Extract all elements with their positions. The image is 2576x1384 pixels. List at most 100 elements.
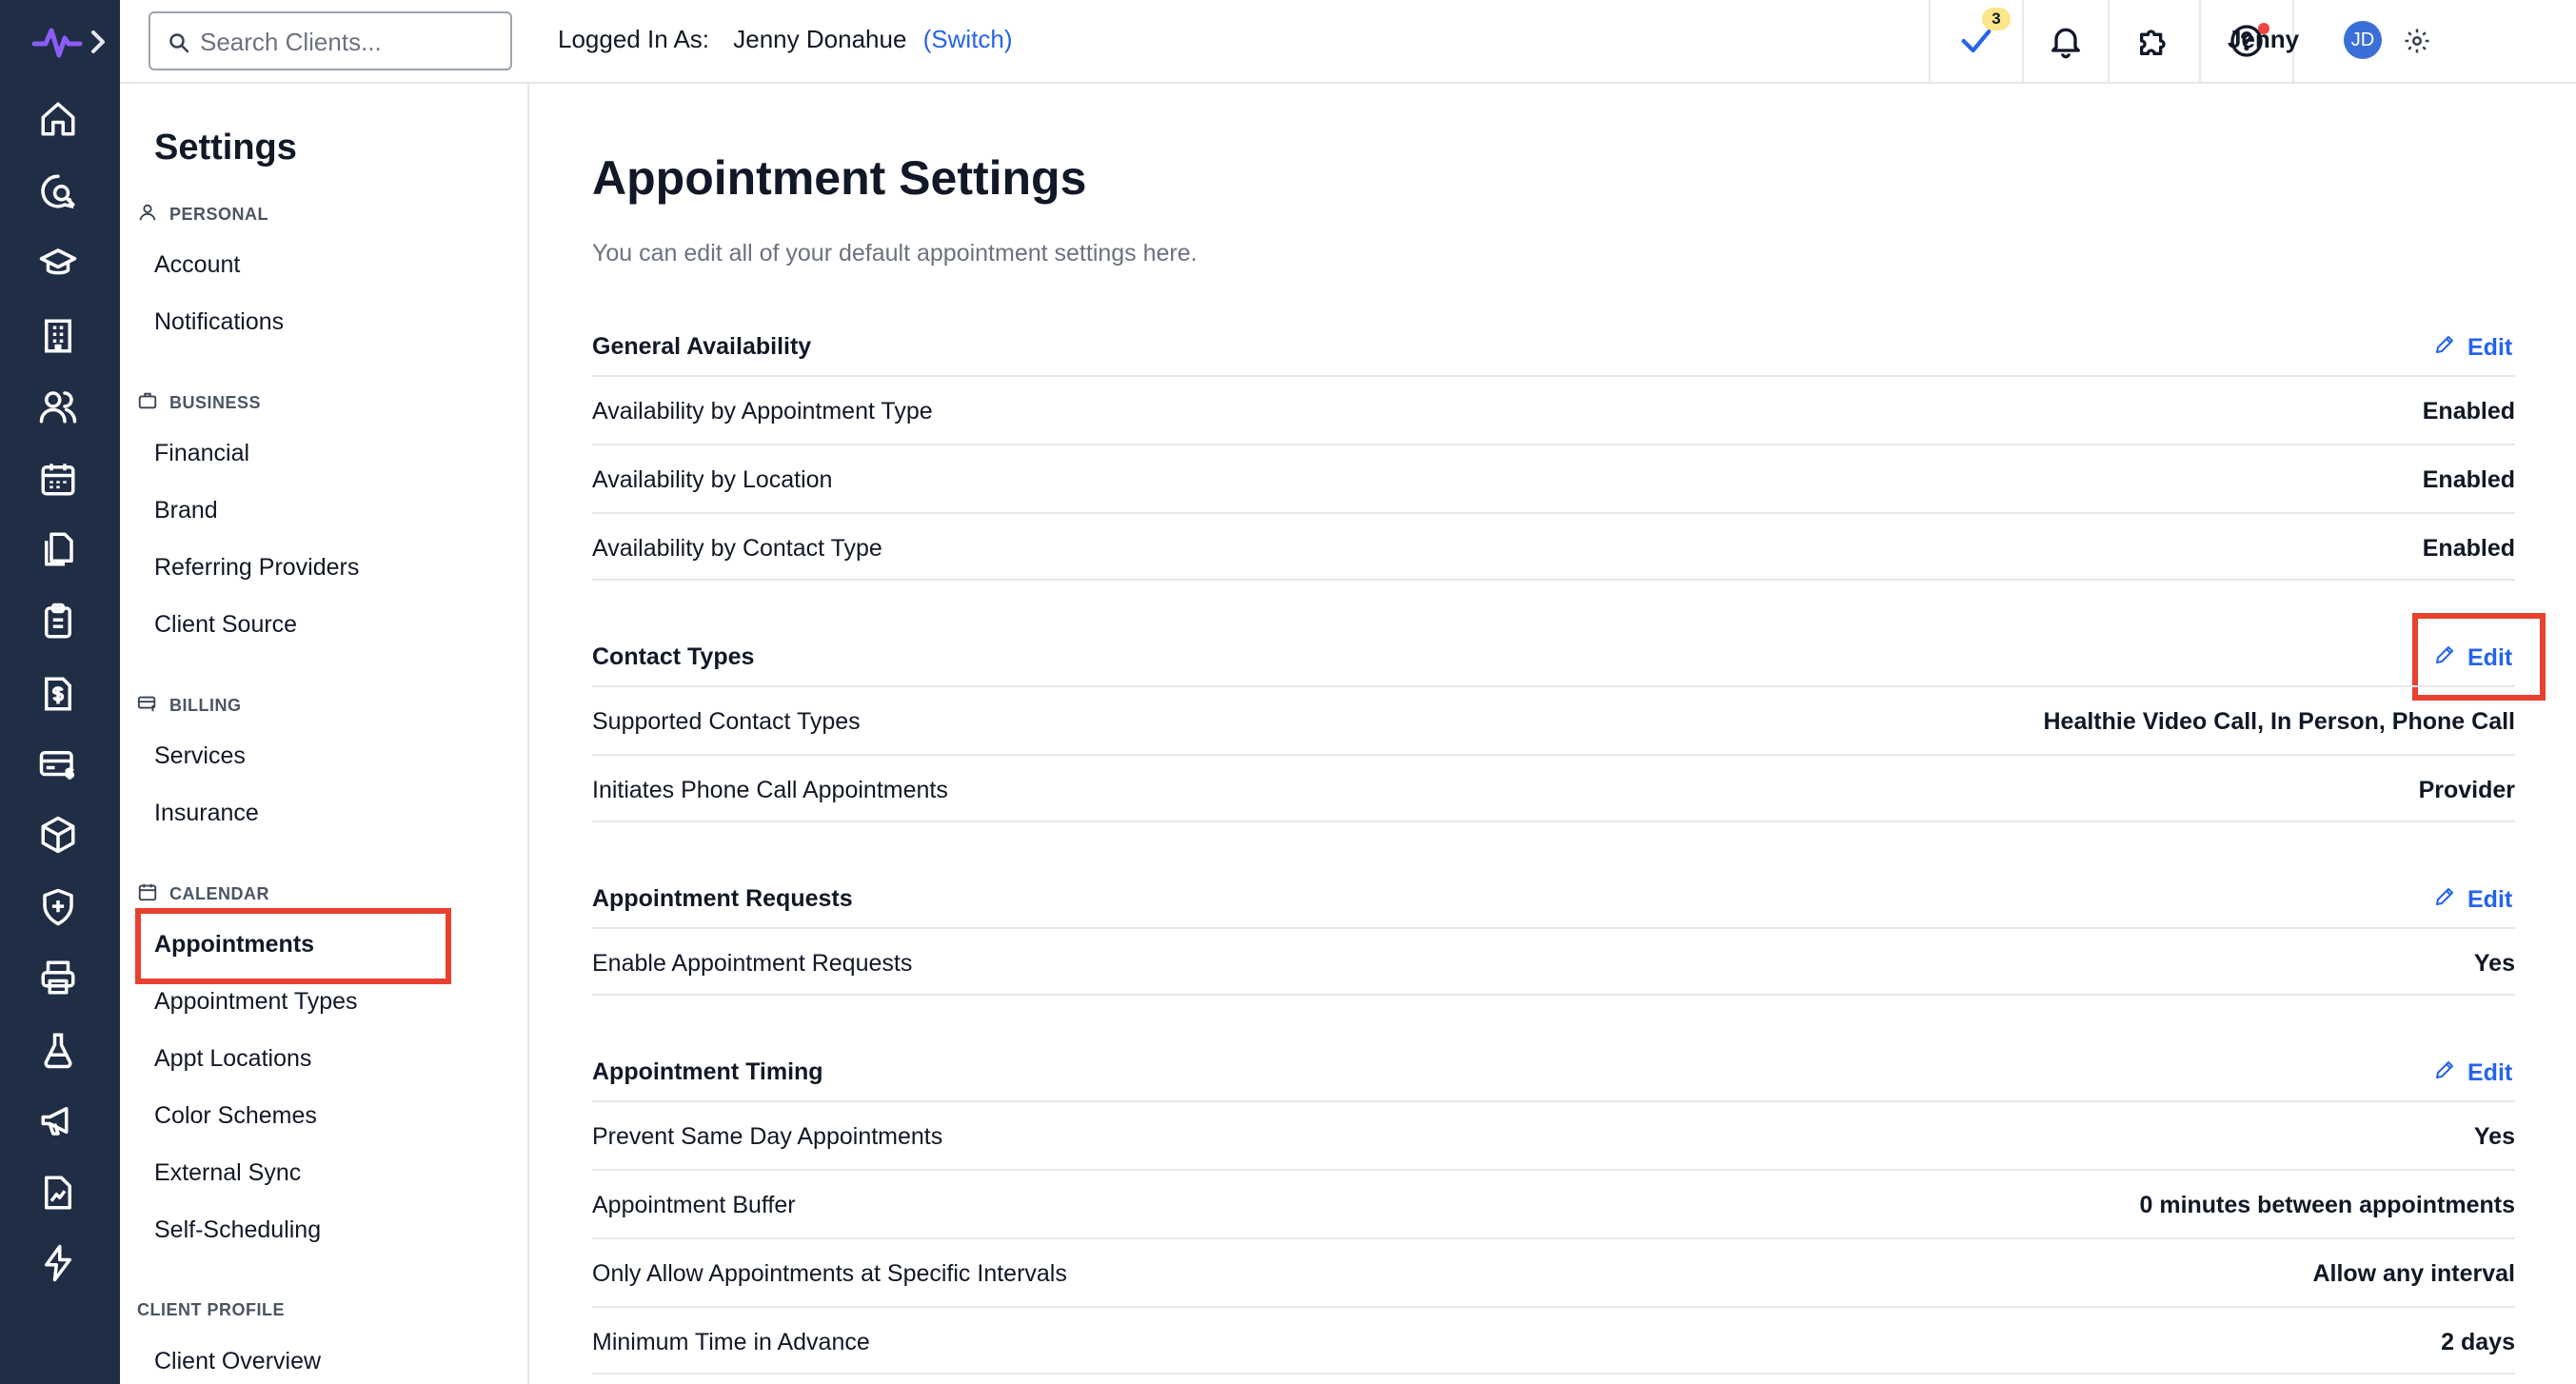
lightning-icon[interactable] <box>38 1243 78 1283</box>
calendar-small-icon <box>137 881 158 907</box>
row-value: Enabled <box>2422 466 2515 493</box>
table-row: Availability by Location Enabled <box>592 444 2515 512</box>
group-title-contact-types: Contact Types <box>592 643 755 670</box>
sidebar-item-self-scheduling[interactable]: Self-Scheduling <box>154 1216 321 1244</box>
calendar-icon[interactable] <box>38 459 78 499</box>
row-value: Healthie Video Call, In Person, Phone Ca… <box>2043 708 2516 735</box>
table-row: Enable Appointment Requests Yes <box>592 927 2515 996</box>
top-header: Logged In As: Jenny Donahue (Switch) 3 <box>120 0 2576 84</box>
integrations-button[interactable] <box>2108 0 2199 82</box>
row-value: Yes <box>2473 950 2515 977</box>
payment-card-icon[interactable] <box>38 744 78 784</box>
graduation-cap-icon[interactable] <box>38 244 78 284</box>
table-row: Initiates Phone Call Appointments Provid… <box>592 754 2515 822</box>
megaphone-icon[interactable] <box>38 1100 78 1140</box>
sidebar-item-insurance[interactable]: Insurance <box>154 800 259 827</box>
row-label: Enable Appointment Requests <box>592 950 913 977</box>
gear-icon[interactable] <box>2403 27 2431 55</box>
pencil-icon <box>2433 1058 2456 1088</box>
tasks-count-badge: 3 <box>1982 8 2011 30</box>
sidebar-item-client-source[interactable]: Client Source <box>154 611 297 639</box>
billing-card-icon <box>137 693 158 719</box>
avatar[interactable]: JD <box>2344 21 2382 59</box>
search-icon <box>168 31 190 54</box>
clipboard-icon[interactable] <box>38 602 78 642</box>
tasks-button[interactable]: 3 <box>1929 0 2022 82</box>
row-value: 0 minutes between appointments <box>2139 1192 2515 1218</box>
sidebar-item-services[interactable]: Services <box>154 742 246 770</box>
home-icon[interactable] <box>38 99 78 139</box>
puzzle-icon <box>2135 22 2173 60</box>
sidebar-item-appt-locations[interactable]: Appt Locations <box>154 1045 311 1073</box>
pencil-icon <box>2433 885 2456 915</box>
users-icon[interactable] <box>38 386 78 426</box>
table-row: Availability by Contact Type Enabled <box>592 512 2515 581</box>
table-row: Only Allow Appointments at Specific Inte… <box>592 1237 2515 1306</box>
row-value: Enabled <box>2422 398 2515 425</box>
table-row: Availability by Appointment Type Enabled <box>592 375 2515 444</box>
chart-doc-icon[interactable] <box>38 1173 78 1213</box>
logged-in-label: Logged In As: <box>558 25 710 53</box>
section-calendar: CALENDAR <box>137 881 269 907</box>
search-input[interactable] <box>200 21 503 63</box>
sidebar-item-color-schemes[interactable]: Color Schemes <box>154 1102 317 1130</box>
group-title-appointment-timing: Appointment Timing <box>592 1058 823 1085</box>
row-label: Initiates Phone Call Appointments <box>592 777 948 803</box>
group-title-appointment-requests: Appointment Requests <box>592 885 853 912</box>
notifications-button[interactable] <box>2022 0 2108 82</box>
left-nav-rail <box>0 0 120 1384</box>
page-title: Appointment Settings <box>592 151 1087 205</box>
table-row: Prevent Same Day Appointments Yes <box>592 1100 2515 1169</box>
row-label: Only Allow Appointments at Specific Inte… <box>592 1260 1067 1287</box>
search-box[interactable] <box>149 11 512 70</box>
table-row: Supported Contact Types Healthie Video C… <box>592 685 2515 754</box>
page-subtitle: You can edit all of your default appoint… <box>592 240 1198 267</box>
printer-icon[interactable] <box>38 958 78 998</box>
settings-title: Settings <box>154 128 297 168</box>
section-personal: PERSONAL <box>137 202 268 227</box>
person-icon <box>137 202 158 227</box>
highlight-box-appointments <box>135 908 451 984</box>
row-value: Allow any interval <box>2312 1260 2515 1287</box>
settings-sidebar: Settings PERSONAL Account Notifications … <box>120 84 529 1384</box>
row-value: Yes <box>2473 1123 2515 1150</box>
chat-search-icon[interactable] <box>38 171 78 211</box>
row-label: Minimum Time in Advance <box>592 1329 870 1355</box>
group-title-general-availability: General Availability <box>592 333 812 360</box>
building-icon[interactable] <box>38 316 78 356</box>
section-client-profile: CLIENT PROFILE <box>137 1300 285 1319</box>
shield-plus-icon[interactable] <box>38 887 78 927</box>
row-label: Availability by Appointment Type <box>592 398 933 425</box>
section-business: BUSINESS <box>137 390 261 416</box>
logged-in-as: Logged In As: Jenny Donahue (Switch) <box>558 25 1013 54</box>
row-label: Availability by Location <box>592 466 833 493</box>
main-content: Appointment Settings You can edit all of… <box>531 84 2576 1384</box>
logo-icon[interactable] <box>30 21 107 63</box>
edit-general-availability-button[interactable]: Edit <box>2433 333 2512 363</box>
row-label: Supported Contact Types <box>592 708 861 735</box>
pencil-icon <box>2433 333 2456 363</box>
sidebar-item-appointment-types[interactable]: Appointment Types <box>154 988 358 1016</box>
user-name[interactable]: Jenny <box>2228 25 2299 54</box>
sidebar-item-financial[interactable]: Financial <box>154 440 249 467</box>
user-menu[interactable] <box>2292 0 2576 82</box>
edit-appointment-requests-button[interactable]: Edit <box>2433 885 2512 915</box>
logged-in-user: Jenny Donahue <box>733 25 907 53</box>
sidebar-item-external-sync[interactable]: External Sync <box>154 1159 301 1187</box>
sidebar-item-referring-providers[interactable]: Referring Providers <box>154 554 359 582</box>
bell-icon <box>2047 22 2085 60</box>
edit-appointment-timing-button[interactable]: Edit <box>2433 1058 2512 1088</box>
sidebar-item-account[interactable]: Account <box>154 251 240 279</box>
row-value: 2 days <box>2441 1329 2515 1355</box>
row-value: Provider <box>2418 777 2515 803</box>
flask-icon[interactable] <box>38 1030 78 1070</box>
briefcase-icon <box>137 390 158 416</box>
documents-icon[interactable] <box>38 529 78 569</box>
sidebar-item-brand[interactable]: Brand <box>154 497 218 524</box>
sidebar-item-notifications[interactable]: Notifications <box>154 308 284 336</box>
switch-user-link[interactable]: (Switch) <box>923 25 1013 53</box>
row-label: Appointment Buffer <box>592 1192 796 1218</box>
package-icon[interactable] <box>38 815 78 855</box>
invoice-icon[interactable] <box>38 674 78 714</box>
sidebar-item-client-overview[interactable]: Client Overview <box>154 1348 321 1375</box>
